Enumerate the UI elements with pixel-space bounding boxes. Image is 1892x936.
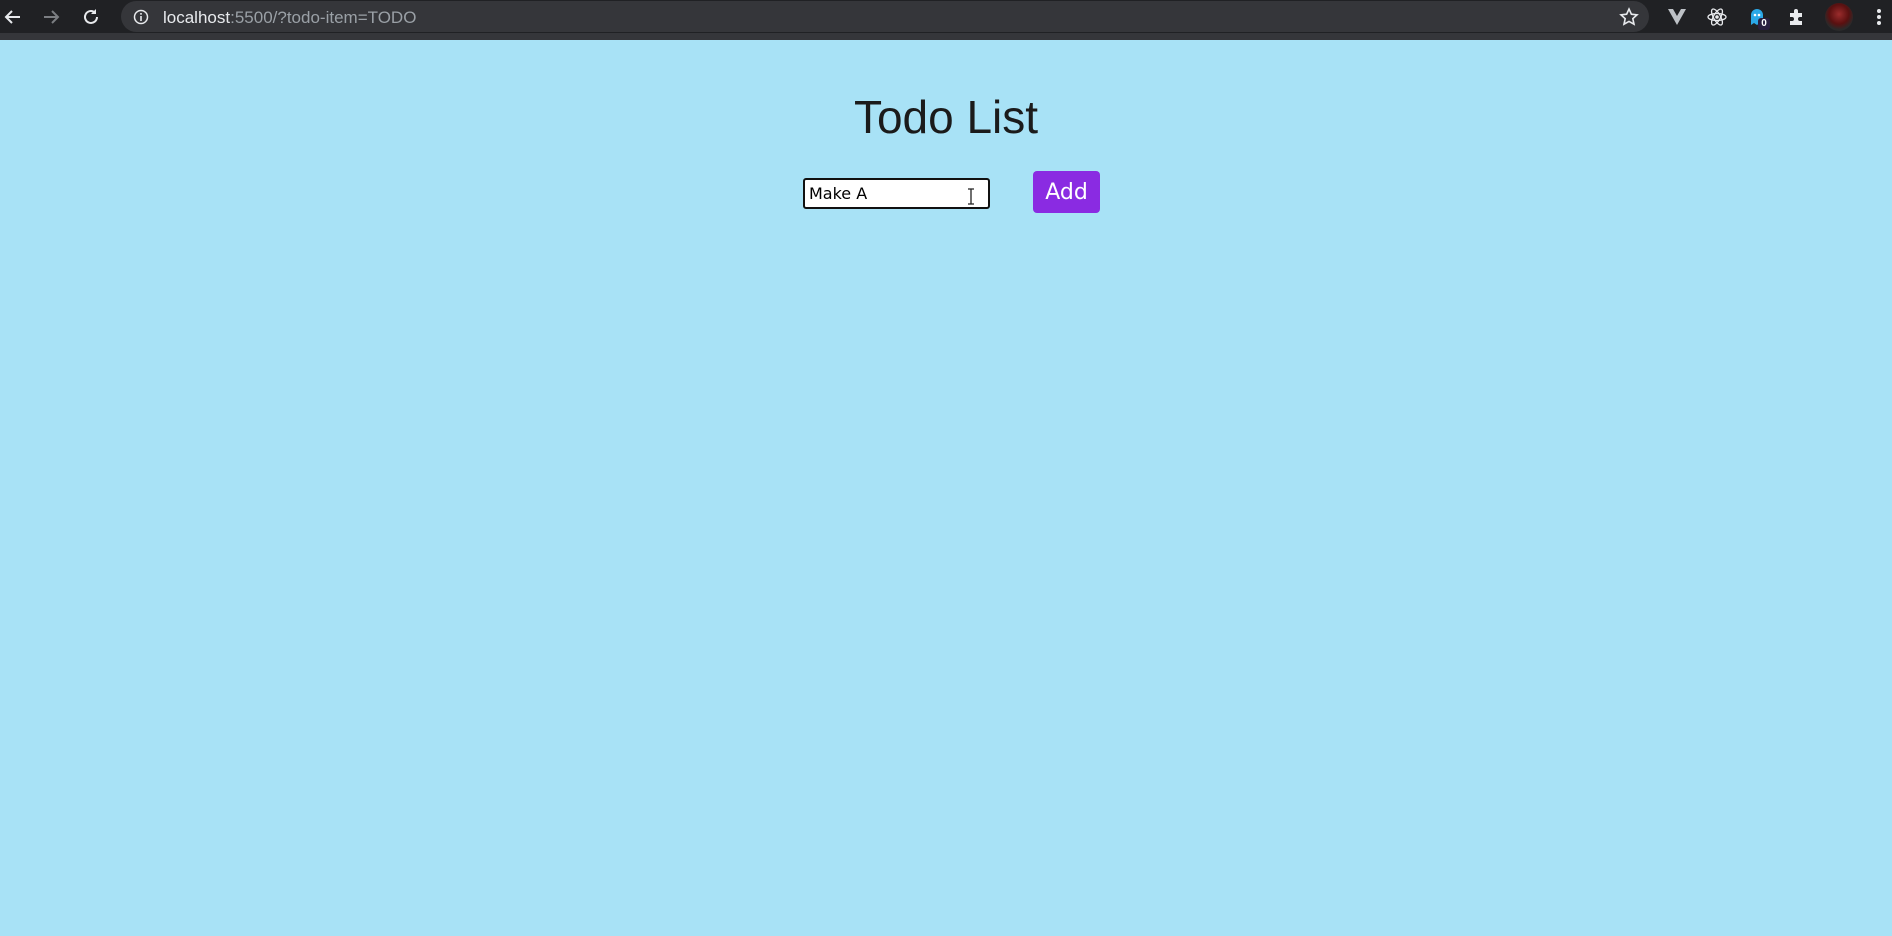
profile-avatar[interactable] (1825, 3, 1853, 31)
info-icon[interactable] (133, 9, 149, 25)
react-devtools-extension[interactable] (1705, 5, 1729, 29)
text-cursor-icon (968, 188, 974, 205)
ghostery-extension[interactable]: 0 (1745, 5, 1770, 30)
todo-input[interactable] (803, 178, 990, 209)
vue-devtools-icon (1668, 9, 1686, 25)
address-bar[interactable]: localhost:5500/?todo-item=TODO (121, 1, 1649, 32)
add-button[interactable]: Add (1033, 171, 1100, 213)
menu-kebab-icon (1877, 9, 1881, 25)
url-host: localhost (163, 8, 231, 27)
star-icon[interactable] (1619, 7, 1639, 27)
browser-toolbar: localhost:5500/?todo-item=TODO 0 (0, 0, 1892, 40)
react-devtools-icon (1707, 8, 1727, 26)
forward-button[interactable] (38, 4, 64, 30)
extensions-puzzle-icon (1790, 9, 1802, 25)
back-arrow-icon (4, 10, 20, 24)
forward-arrow-icon (44, 10, 60, 24)
url-path: :5500/?todo-item=TODO (230, 8, 417, 27)
vue-devtools-extension[interactable] (1665, 5, 1689, 29)
extensions-button[interactable] (1785, 5, 1809, 29)
reload-icon (84, 9, 98, 24)
back-button[interactable] (0, 4, 26, 30)
extension-badge: 0 (1758, 18, 1770, 30)
reload-button[interactable] (78, 4, 104, 30)
browser-menu-button[interactable] (1870, 5, 1888, 29)
page-title: Todo List (853, 91, 1039, 143)
url-text: localhost:5500/?todo-item=TODO (163, 8, 416, 28)
